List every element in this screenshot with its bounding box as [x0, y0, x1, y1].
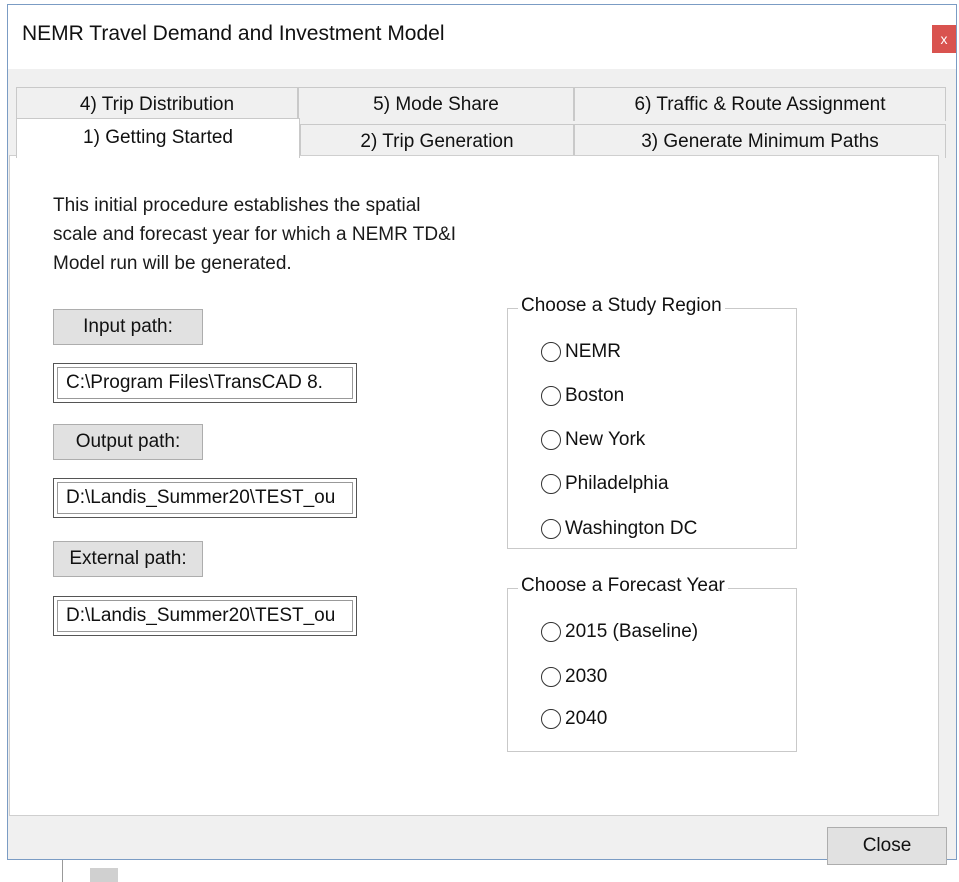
radio-label: New York: [565, 429, 646, 450]
radio-circle-icon: [541, 342, 561, 362]
radio-circle-icon: [541, 386, 561, 406]
radio-label: Philadelphia: [565, 473, 669, 494]
external-path-button[interactable]: External path:: [53, 541, 203, 577]
intro-line: scale and forecast year for which a NEMR…: [53, 224, 457, 245]
radio-year-2040[interactable]: 2040: [541, 708, 607, 730]
output-path-field[interactable]: D:\Landis_Summer20\TEST_ou: [53, 478, 357, 518]
input-path-value: C:\Program Files\TransCAD 8.: [57, 367, 353, 399]
background-divider: [62, 860, 63, 882]
radio-label: 2015 (Baseline): [565, 621, 699, 642]
input-path-field[interactable]: C:\Program Files\TransCAD 8.: [53, 363, 357, 403]
radio-circle-icon: [541, 667, 561, 687]
window-close-button[interactable]: x: [932, 25, 956, 53]
radio-region-nemr[interactable]: NEMR: [541, 341, 621, 363]
radio-label: 2030: [565, 666, 608, 687]
forecast-year-legend: Choose a Forecast Year: [518, 575, 728, 597]
study-region-group: Choose a Study Region NEMR Boston New Yo…: [507, 295, 797, 549]
tab-trip-generation[interactable]: 2) Trip Generation: [300, 124, 574, 158]
input-path-button[interactable]: Input path:: [53, 309, 203, 345]
radio-region-washington-dc[interactable]: Washington DC: [541, 518, 697, 540]
title-bar: NEMR Travel Demand and Investment Model …: [8, 5, 956, 69]
radio-region-new-york[interactable]: New York: [541, 429, 645, 451]
radio-circle-icon: [541, 709, 561, 729]
radio-region-philadelphia[interactable]: Philadelphia: [541, 473, 669, 495]
radio-circle-icon: [541, 622, 561, 642]
intro-line: Model run will be generated.: [53, 253, 292, 274]
intro-text: This initial procedure establishes the s…: [53, 191, 493, 278]
forecast-year-group: Choose a Forecast Year 2015 (Baseline) 2…: [507, 575, 797, 752]
window-title: NEMR Travel Demand and Investment Model: [22, 22, 445, 45]
background-icon: [90, 868, 118, 882]
radio-label: NEMR: [565, 341, 621, 362]
tab-generate-minimum-paths[interactable]: 3) Generate Minimum Paths: [574, 124, 946, 158]
radio-year-2030[interactable]: 2030: [541, 666, 607, 688]
radio-circle-icon: [541, 519, 561, 539]
output-path-button[interactable]: Output path:: [53, 424, 203, 460]
output-path-value: D:\Landis_Summer20\TEST_ou: [57, 482, 353, 514]
external-path-value: D:\Landis_Summer20\TEST_ou: [57, 600, 353, 632]
tab-mode-share[interactable]: 5) Mode Share: [298, 87, 574, 121]
intro-line: This initial procedure establishes the s…: [53, 195, 421, 216]
radio-circle-icon: [541, 430, 561, 450]
radio-label: Washington DC: [565, 518, 698, 539]
tab-getting-started[interactable]: 1) Getting Started: [16, 118, 300, 158]
study-region-legend: Choose a Study Region: [518, 295, 725, 317]
radio-year-2015[interactable]: 2015 (Baseline): [541, 621, 698, 643]
tab-trip-distribution[interactable]: 4) Trip Distribution: [16, 87, 298, 121]
close-button[interactable]: Close: [827, 827, 947, 865]
external-path-field[interactable]: D:\Landis_Summer20\TEST_ou: [53, 596, 357, 636]
radio-label: Boston: [565, 385, 625, 406]
background-strip: [0, 860, 959, 882]
radio-label: 2040: [565, 708, 608, 729]
radio-circle-icon: [541, 474, 561, 494]
radio-region-boston[interactable]: Boston: [541, 385, 624, 407]
tab-traffic-route-assignment[interactable]: 6) Traffic & Route Assignment: [574, 87, 946, 121]
